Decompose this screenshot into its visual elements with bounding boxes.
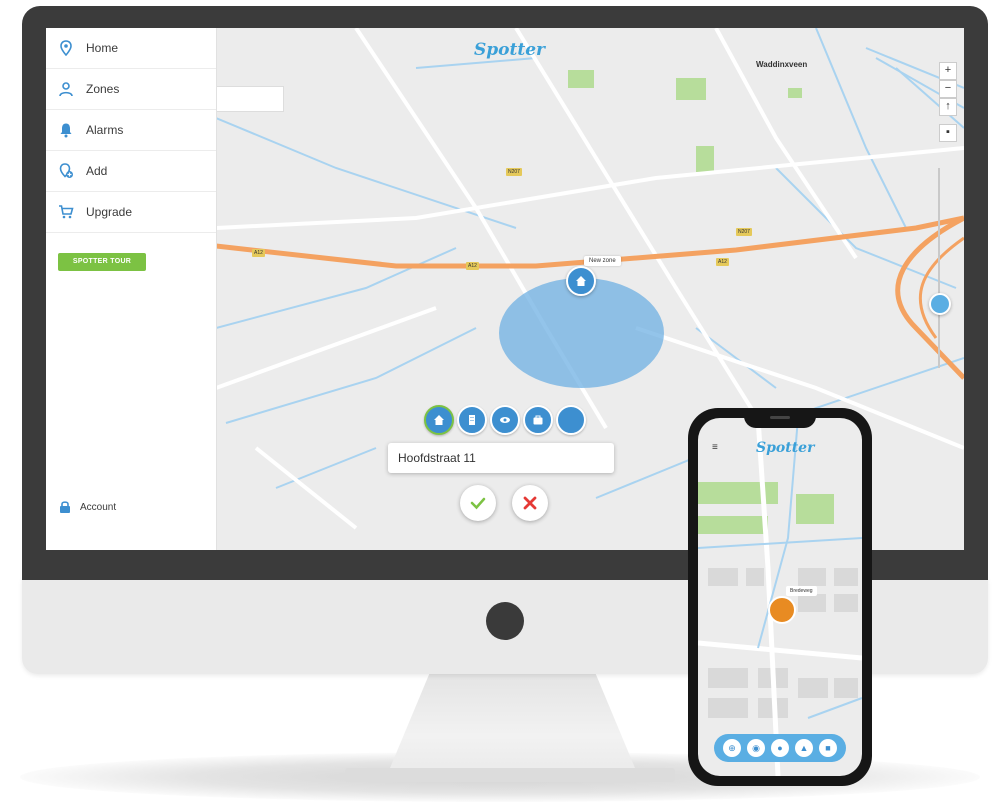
map-search-input[interactable] [216, 86, 284, 112]
bell-icon: ▲ [799, 743, 809, 753]
location-pin-icon: ● [777, 743, 783, 753]
phone-pin-label: Bredeweg [786, 586, 817, 596]
phone-speaker [770, 416, 790, 419]
road-badge: N207 [736, 228, 752, 236]
lock-icon [60, 501, 70, 513]
sidebar-item-alarms[interactable]: Alarms [46, 110, 216, 151]
road-badge: N207 [506, 168, 522, 176]
layers-icon: ▪ [946, 126, 950, 138]
sidebar: Home Zones Alarms Add Upgrade SPOTTER TO… [46, 28, 217, 550]
sidebar-item-label: Zones [86, 82, 120, 96]
close-icon [523, 496, 537, 510]
zoom-slider-track[interactable] [938, 168, 940, 368]
north-arrow-icon: ↑ [945, 100, 951, 112]
bell-icon [60, 123, 72, 138]
zoom-out-button[interactable]: − [939, 80, 957, 98]
home-icon [434, 415, 444, 425]
phone-notch [744, 410, 816, 428]
cart-icon [59, 205, 74, 219]
sidebar-item-home[interactable]: Home [46, 28, 216, 69]
home-icon [576, 276, 586, 286]
layers-button[interactable]: ▪ [939, 124, 957, 142]
account-link[interactable]: Account [58, 500, 116, 514]
add-location-icon: ⊕ [728, 742, 736, 753]
zone-type-custom-button[interactable] [556, 405, 586, 435]
phone-zones-button[interactable]: ◉ [747, 739, 765, 757]
compass-button[interactable]: ↑ [939, 98, 957, 116]
sidebar-item-label: Home [86, 41, 119, 55]
zone-type-building-button[interactable] [457, 405, 487, 435]
briefcase-icon [533, 415, 543, 425]
phone-add-button[interactable]: ⊕ [723, 739, 741, 757]
eye-icon [500, 417, 510, 423]
phone-menu-icon[interactable]: ≡ [712, 442, 718, 453]
building-icon [469, 415, 475, 425]
zone-type-eye-button[interactable] [490, 405, 520, 435]
cart-icon: ■ [825, 743, 831, 753]
confirm-button[interactable] [460, 485, 496, 521]
monitor-stand [385, 670, 640, 780]
place-label-waddinxveen: Waddinxveen [756, 60, 808, 69]
phone-alarms-button[interactable]: ▲ [795, 739, 813, 757]
phone-spotter-logo: Spotter [756, 440, 815, 456]
zone-type-briefcase-button[interactable] [523, 405, 553, 435]
user-pin-icon [59, 82, 73, 97]
user-icon: ◉ [752, 742, 760, 753]
sidebar-item-zones[interactable]: Zones [46, 69, 216, 110]
account-label: Account [80, 501, 117, 513]
spotter-logo: Spotter [474, 40, 545, 60]
road-badge: A12 [466, 262, 479, 270]
monitor-logo-dot [486, 602, 524, 640]
add-location-icon [59, 163, 73, 178]
phone-cart-button[interactable]: ■ [819, 739, 837, 757]
sidebar-item-label: Add [86, 164, 108, 178]
road-badge: A12 [252, 249, 265, 257]
phone-screen: Spotter ≡ Bredeweg ⊕ ◉ ● ▲ ■ [698, 418, 862, 776]
sidebar-item-label: Upgrade [86, 205, 133, 219]
zone-label: New zone [584, 256, 621, 266]
phone-home-button[interactable]: ● [771, 739, 789, 757]
phone-bottom-bar: ⊕ ◉ ● ▲ ■ [714, 734, 846, 762]
phone-location-pin[interactable] [768, 596, 796, 624]
address-input[interactable]: Hoofdstraat 11 [388, 443, 614, 473]
monitor-stand-base [345, 768, 675, 782]
road-badge: A12 [716, 258, 729, 266]
cancel-button[interactable] [512, 485, 548, 521]
sidebar-item-upgrade[interactable]: Upgrade [46, 192, 216, 233]
sidebar-item-add[interactable]: Add [46, 151, 216, 192]
zoom-slider-handle[interactable] [929, 293, 951, 315]
zone-type-home-button[interactable] [424, 405, 454, 435]
location-pin-icon [60, 40, 72, 56]
zone-pin[interactable] [566, 266, 596, 296]
checkmark-icon [470, 497, 486, 510]
zoom-in-button[interactable]: + [939, 62, 957, 80]
spotter-tour-button[interactable]: SPOTTER TOUR [58, 253, 146, 271]
sidebar-item-label: Alarms [86, 123, 124, 137]
